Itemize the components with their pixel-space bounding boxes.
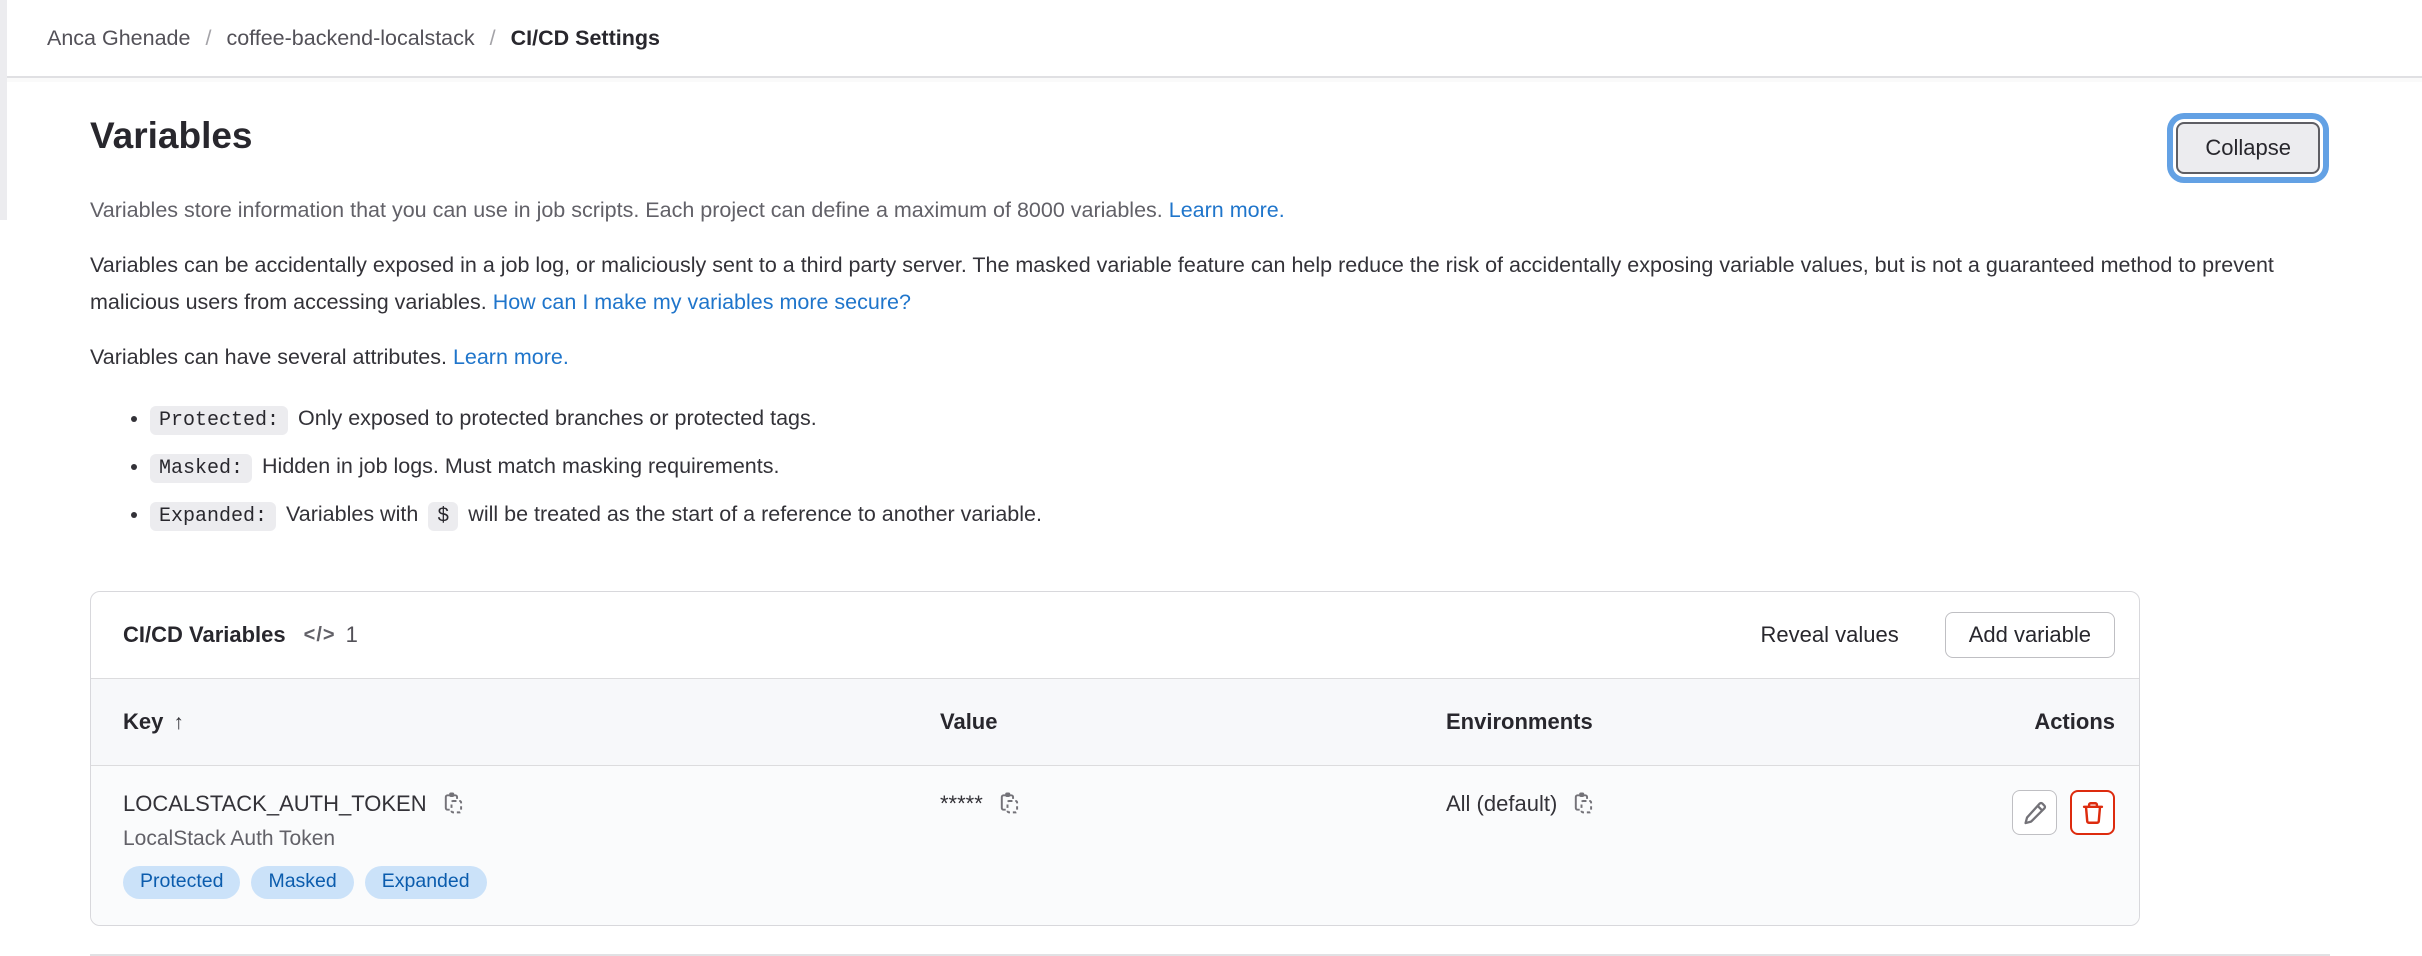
card-title: CI/CD Variables xyxy=(123,622,286,648)
add-variable-button[interactable]: Add variable xyxy=(1945,612,2115,658)
sort-ascending-icon[interactable]: ↑ xyxy=(173,711,184,734)
list-item-protected: Protected: Only exposed to protected bran… xyxy=(150,400,2330,439)
breadcrumb-separator: / xyxy=(490,26,496,51)
intro-text: Variables store information that you can… xyxy=(90,198,1163,222)
expanded-badge: Expanded xyxy=(365,866,487,899)
variable-key: LOCALSTACK_AUTH_TOKEN xyxy=(123,790,427,818)
copy-environments-button[interactable] xyxy=(1571,792,1595,816)
cicd-variables-card: CI/CD Variables </> 1 Reveal values Add … xyxy=(90,591,2140,926)
variable-count: 1 xyxy=(346,622,358,648)
pencil-icon xyxy=(2022,800,2048,826)
warning-paragraph: Variables can be accidentally exposed in… xyxy=(90,247,2330,321)
dollar-code-chip: $ xyxy=(428,502,458,531)
attributes-text: Variables can have several attributes. xyxy=(90,345,447,369)
expanded-description-before: Variables with xyxy=(286,502,418,526)
column-header-key[interactable]: Key ↑ xyxy=(123,709,940,735)
code-icon: </> xyxy=(304,624,336,647)
table-header-row: Key ↑ Value Environments Actions xyxy=(91,678,2139,766)
key-header-label: Key xyxy=(123,709,163,734)
attributes-paragraph: Variables can have several attributes.Le… xyxy=(90,339,2330,376)
intro-paragraph: Variables store information that you can… xyxy=(90,192,2330,229)
breadcrumb-group-link[interactable]: Anca Ghenade xyxy=(47,26,190,51)
masked-code-chip: Masked: xyxy=(150,454,252,483)
page-title: Variables xyxy=(90,114,253,158)
card-header: CI/CD Variables </> 1 Reveal values Add … xyxy=(91,592,2139,678)
delete-variable-button[interactable] xyxy=(2070,790,2115,835)
masked-value: ***** xyxy=(940,790,983,818)
badge-list: Protected Masked Expanded xyxy=(123,866,940,899)
breadcrumb-separator: / xyxy=(205,26,211,51)
list-item-masked: Masked: Hidden in job logs. Must match ma… xyxy=(150,448,2330,487)
breadcrumb-project-link[interactable]: coffee-backend-localstack xyxy=(226,26,474,51)
copy-icon xyxy=(1571,792,1595,816)
expanded-code-chip: Expanded: xyxy=(150,502,276,531)
reveal-values-button[interactable]: Reveal values xyxy=(1757,614,1903,656)
protected-description: Only exposed to protected branches or pr… xyxy=(298,406,817,430)
copy-key-button[interactable] xyxy=(441,792,465,816)
protected-badge: Protected xyxy=(123,866,240,899)
copy-icon xyxy=(441,792,465,816)
settings-content: Variables Collapse Variables store infor… xyxy=(0,114,2422,956)
trash-icon xyxy=(2080,800,2106,826)
attributes-list: Protected: Only exposed to protected bran… xyxy=(90,400,2330,535)
variables-section-header: Variables Collapse xyxy=(90,114,2330,174)
masked-badge: Masked xyxy=(251,866,353,899)
list-item-expanded: Expanded: Variables with $ will be treated … xyxy=(150,496,2330,535)
column-header-environments: Environments xyxy=(1446,709,1925,735)
variable-description: LocalStack Auth Token xyxy=(123,827,940,851)
edit-variable-button[interactable] xyxy=(2012,790,2057,835)
warning-text: Variables can be accidentally exposed in… xyxy=(90,253,2274,314)
attributes-learn-more-link[interactable]: Learn more. xyxy=(453,345,569,369)
table-row: LOCALSTACK_AUTH_TOKEN LocalStack Auth To… xyxy=(91,766,2139,925)
copy-icon xyxy=(997,792,1021,816)
breadcrumb: Anca Ghenade / coffee-backend-localstack… xyxy=(0,0,2422,78)
sidebar-edge xyxy=(0,0,7,220)
protected-code-chip: Protected: xyxy=(150,406,288,435)
key-cell: LOCALSTACK_AUTH_TOKEN LocalStack Auth To… xyxy=(123,790,940,899)
actions-cell xyxy=(1925,790,2115,835)
value-cell: ***** xyxy=(940,790,1446,818)
breadcrumb-current-page: CI/CD Settings xyxy=(511,26,660,51)
learn-more-link[interactable]: Learn more. xyxy=(1169,198,1285,222)
expanded-description-after: will be treated as the start of a refere… xyxy=(468,502,1042,526)
secure-variables-link[interactable]: How can I make my variables more secure? xyxy=(493,290,911,314)
environments-cell: All (default) xyxy=(1446,790,1925,818)
masked-description: Hidden in job logs. Must match masking r… xyxy=(262,454,779,478)
collapse-button[interactable]: Collapse xyxy=(2176,122,2320,174)
column-header-value: Value xyxy=(940,709,1446,735)
column-header-actions: Actions xyxy=(1925,709,2115,735)
environments-scope: All (default) xyxy=(1446,790,1557,818)
copy-value-button[interactable] xyxy=(997,792,1021,816)
